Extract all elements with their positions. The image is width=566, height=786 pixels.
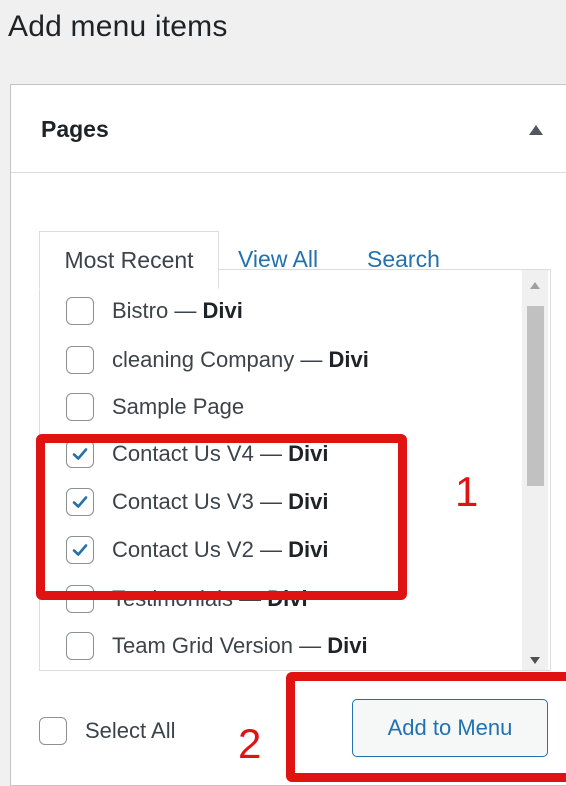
list-item[interactable]: Sample Page xyxy=(66,387,244,427)
page-label: cleaning Company — Divi xyxy=(112,347,369,372)
tab-most-recent[interactable]: Most Recent xyxy=(39,231,219,289)
pages-panel: Pages Most Recent View All Search Bistro… xyxy=(10,84,566,786)
panel-header[interactable]: Pages xyxy=(11,85,566,173)
list-item[interactable]: Testimonials — Divi xyxy=(66,579,308,619)
page-label: Bistro — Divi xyxy=(112,298,243,323)
panel-title: Pages xyxy=(41,116,109,142)
page-label: Testimonials — Divi xyxy=(112,586,308,611)
select-all[interactable]: Select All xyxy=(39,717,176,745)
annotation-number-2: 2 xyxy=(238,720,262,767)
add-to-menu-button[interactable]: Add to Menu xyxy=(352,699,548,757)
annotation-number-1: 1 xyxy=(455,468,479,515)
page-checkbox[interactable] xyxy=(66,632,94,660)
page-label: Contact Us V2 — Divi xyxy=(112,537,329,562)
page-checkbox-checked[interactable] xyxy=(66,440,94,468)
page-label: Team Grid Version — Divi xyxy=(112,633,368,658)
page-checkbox-checked[interactable] xyxy=(66,536,94,564)
page-checkbox[interactable] xyxy=(66,585,94,613)
select-all-label: Select All xyxy=(85,718,176,743)
list-item[interactable]: Contact Us V3 — Divi xyxy=(66,482,328,522)
scrollbar[interactable] xyxy=(522,270,548,670)
list-item[interactable]: cleaning Company — Divi xyxy=(66,340,369,380)
page-checkbox[interactable] xyxy=(66,297,94,325)
list-item[interactable]: Contact Us V2 — Divi xyxy=(66,530,328,570)
select-all-checkbox[interactable] xyxy=(39,717,67,745)
list-item[interactable]: Contact Us V4 — Divi xyxy=(66,434,328,474)
triangle-up-icon[interactable] xyxy=(526,121,546,139)
page-label: Sample Page xyxy=(112,394,245,419)
scroll-up-arrow-icon[interactable] xyxy=(529,278,541,289)
checkmark-icon xyxy=(72,496,88,508)
page-checkbox-checked[interactable] xyxy=(66,488,94,516)
scrollbar-thumb[interactable] xyxy=(527,306,544,486)
page-checkbox[interactable] xyxy=(66,346,94,374)
checkmark-icon xyxy=(72,544,88,556)
scroll-down-arrow-icon[interactable] xyxy=(529,652,541,664)
page-checkbox[interactable] xyxy=(66,393,94,421)
checkmark-icon xyxy=(72,448,88,460)
list-item[interactable]: Team Grid Version — Divi xyxy=(66,626,368,666)
page-title: Add menu items xyxy=(8,10,228,43)
page-label: Contact Us V4 — Divi xyxy=(112,441,329,466)
list-item[interactable]: Bistro — Divi xyxy=(66,291,243,331)
page-label: Contact Us V3 — Divi xyxy=(112,489,329,514)
